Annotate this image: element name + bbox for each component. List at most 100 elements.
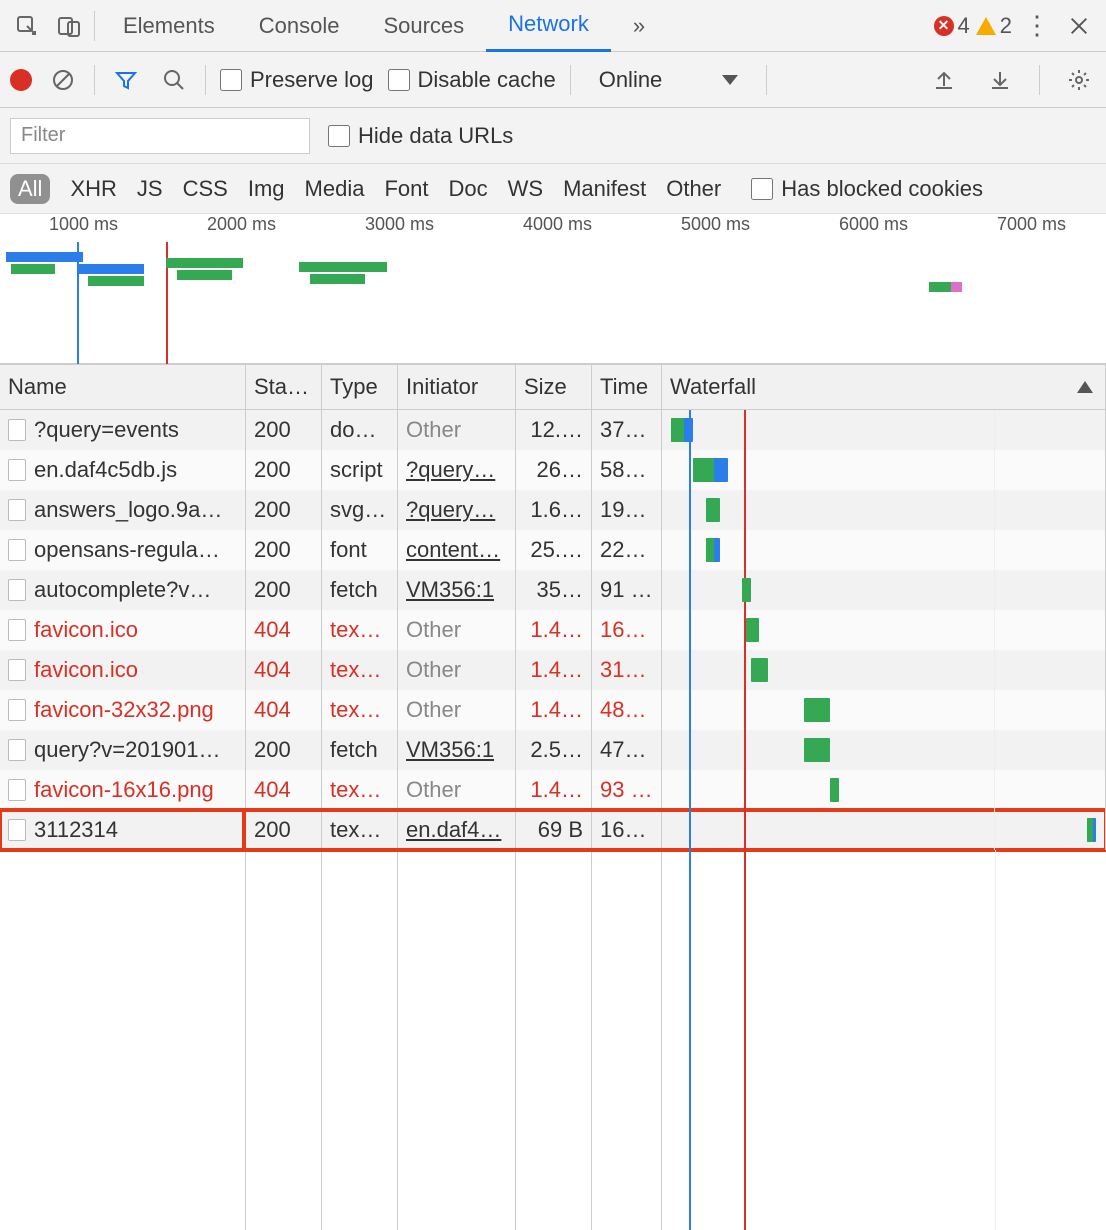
- warning-count[interactable]: 2: [976, 13, 1012, 39]
- request-status: 200: [246, 530, 322, 570]
- close-icon[interactable]: [1058, 0, 1100, 52]
- chip-js[interactable]: JS: [137, 176, 163, 202]
- request-row[interactable]: opensans-regula…200fontcontent…25.…22…: [0, 530, 1106, 570]
- request-type: do…: [322, 410, 398, 450]
- waterfall-domcontent-line: [689, 850, 691, 1230]
- chip-font[interactable]: Font: [384, 176, 428, 202]
- file-icon: [8, 779, 26, 801]
- import-har-icon[interactable]: [927, 63, 961, 97]
- request-row[interactable]: 3112314200tex…en.daf4…69 B16…: [0, 810, 1106, 850]
- chip-doc[interactable]: Doc: [448, 176, 487, 202]
- chip-media[interactable]: Media: [305, 176, 365, 202]
- request-row[interactable]: query?v=201901…200fetchVM356:12.5…47…: [0, 730, 1106, 770]
- request-row[interactable]: favicon-32x32.png404tex…Other1.4…48…: [0, 690, 1106, 730]
- request-table-body: ?query=events200do…Other12.…37…en.daf4c5…: [0, 410, 1106, 850]
- request-time: 37…: [592, 410, 662, 450]
- col-header-size[interactable]: Size: [516, 365, 592, 409]
- hide-data-urls-label: Hide data URLs: [358, 123, 513, 149]
- waterfall-domcontent-line: [689, 570, 691, 610]
- request-row[interactable]: favicon.ico404tex…Other1.4…31…: [0, 650, 1106, 690]
- device-toggle-icon[interactable]: [48, 0, 90, 52]
- export-har-icon[interactable]: [983, 63, 1017, 97]
- kebab-menu-icon[interactable]: ⋮: [1016, 0, 1058, 52]
- file-icon: [8, 579, 26, 601]
- request-initiator[interactable]: VM356:1: [398, 570, 516, 610]
- waterfall-load-line: [744, 530, 746, 570]
- table-empty-area: [0, 850, 1106, 1230]
- request-time: 93 …: [592, 770, 662, 810]
- chip-ws[interactable]: WS: [508, 176, 543, 202]
- record-button[interactable]: [10, 69, 32, 91]
- tab-console[interactable]: Console: [237, 0, 362, 52]
- request-row[interactable]: favicon-16x16.png404tex…Other1.4…93 …: [0, 770, 1106, 810]
- waterfall-load-line: [744, 490, 746, 530]
- request-waterfall-cell: [662, 610, 1106, 650]
- request-size: 26…: [516, 450, 592, 490]
- disable-cache-checkbox[interactable]: Disable cache: [388, 67, 556, 93]
- blocked-cookies-checkbox[interactable]: Has blocked cookies: [751, 176, 983, 202]
- preserve-log-input[interactable]: [220, 69, 242, 91]
- file-icon: [8, 459, 26, 481]
- request-row[interactable]: autocomplete?v…200fetchVM356:135…91 …: [0, 570, 1106, 610]
- col-header-waterfall[interactable]: Waterfall: [662, 365, 1106, 409]
- tab-network[interactable]: Network: [486, 0, 611, 52]
- waterfall-bar: [706, 538, 714, 562]
- disable-cache-input[interactable]: [388, 69, 410, 91]
- hide-data-urls-input[interactable]: [328, 125, 350, 147]
- preserve-log-checkbox[interactable]: Preserve log: [220, 67, 374, 93]
- chip-css[interactable]: CSS: [183, 176, 228, 202]
- warning-icon: [976, 17, 996, 35]
- request-status: 200: [246, 810, 322, 850]
- request-name: ?query=events: [34, 417, 179, 443]
- request-size: 1.6…: [516, 490, 592, 530]
- request-initiator[interactable]: ?query…: [398, 490, 516, 530]
- filter-toggle-icon[interactable]: [109, 63, 143, 97]
- col-header-type[interactable]: Type: [322, 365, 398, 409]
- tick: 2000 ms: [158, 214, 316, 242]
- request-waterfall-cell: [662, 450, 1106, 490]
- request-initiator[interactable]: ?query…: [398, 450, 516, 490]
- request-time: 16…: [592, 610, 662, 650]
- search-icon[interactable]: [157, 63, 191, 97]
- chip-manifest[interactable]: Manifest: [563, 176, 646, 202]
- request-row[interactable]: ?query=events200do…Other12.…37…: [0, 410, 1106, 450]
- col-header-status[interactable]: Sta…: [246, 365, 322, 409]
- hide-data-urls-checkbox[interactable]: Hide data URLs: [328, 123, 513, 149]
- col-header-time[interactable]: Time: [592, 365, 662, 409]
- blocked-cookies-input[interactable]: [751, 178, 773, 200]
- tab-sources[interactable]: Sources: [361, 0, 486, 52]
- request-size: 1.4…: [516, 770, 592, 810]
- tl-segment: [166, 258, 243, 268]
- request-initiator[interactable]: content…: [398, 530, 516, 570]
- tab-overflow[interactable]: »: [611, 0, 667, 52]
- waterfall-domcontent-line: [689, 770, 691, 810]
- request-initiator[interactable]: en.daf4…: [398, 810, 516, 850]
- filter-row: Hide data URLs: [0, 108, 1106, 164]
- clear-button[interactable]: [46, 63, 80, 97]
- request-time: 16…: [592, 810, 662, 850]
- request-status: 200: [246, 730, 322, 770]
- inspect-icon[interactable]: [6, 0, 48, 52]
- request-row[interactable]: en.daf4c5db.js200script?query…26…58…: [0, 450, 1106, 490]
- request-status: 200: [246, 570, 322, 610]
- request-row[interactable]: favicon.ico404tex…Other1.4…16…: [0, 610, 1106, 650]
- settings-icon[interactable]: [1062, 63, 1096, 97]
- timeline-overview[interactable]: 1000 ms 2000 ms 3000 ms 4000 ms 5000 ms …: [0, 214, 1106, 364]
- request-row[interactable]: answers_logo.9a…200svg…?query…1.6…19…: [0, 490, 1106, 530]
- request-waterfall-cell: [662, 730, 1106, 770]
- request-type: tex…: [322, 610, 398, 650]
- request-waterfall-cell: [662, 570, 1106, 610]
- tab-elements[interactable]: Elements: [101, 0, 237, 52]
- request-initiator[interactable]: VM356:1: [398, 730, 516, 770]
- throttle-select[interactable]: Online: [585, 67, 753, 93]
- chip-all[interactable]: All: [10, 174, 50, 204]
- col-header-name[interactable]: Name: [0, 365, 246, 409]
- chip-other[interactable]: Other: [666, 176, 721, 202]
- devtools-tabs-bar: Elements Console Sources Network » ✕4 2 …: [0, 0, 1106, 52]
- filter-input[interactable]: [10, 118, 310, 154]
- col-header-initiator[interactable]: Initiator: [398, 365, 516, 409]
- separator: [1039, 65, 1040, 95]
- chip-xhr[interactable]: XHR: [70, 176, 116, 202]
- chip-img[interactable]: Img: [248, 176, 285, 202]
- error-count[interactable]: ✕4: [934, 13, 970, 39]
